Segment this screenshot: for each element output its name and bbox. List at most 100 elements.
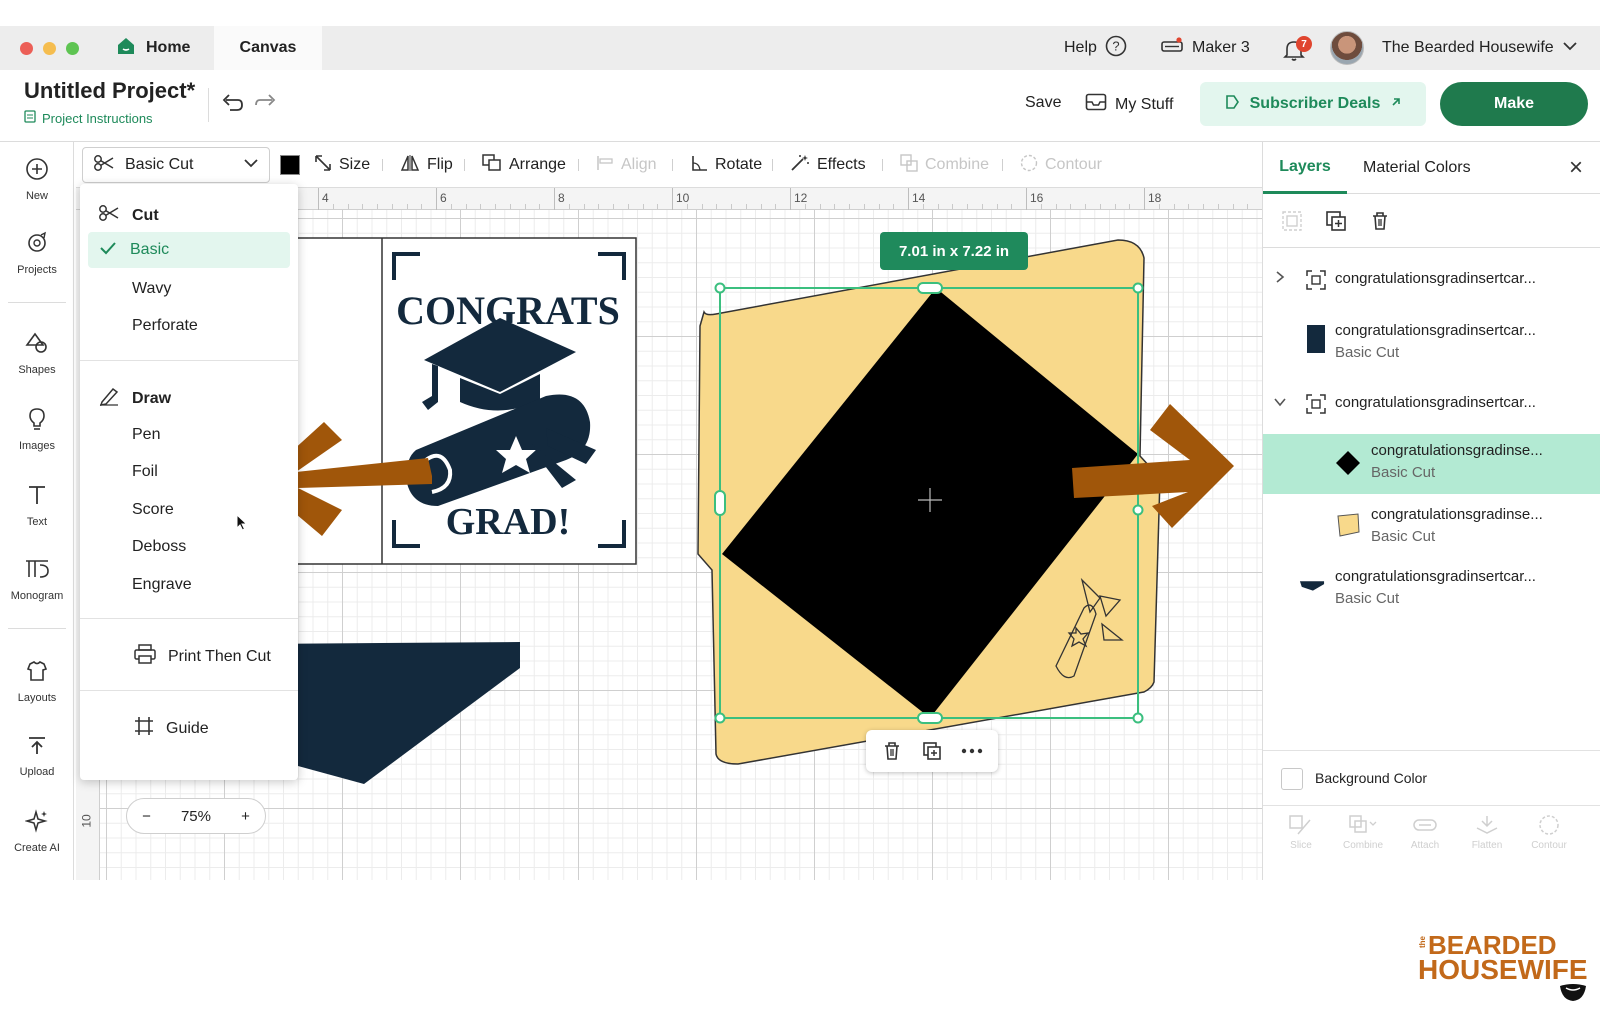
menu-item-deboss[interactable]: Deboss — [132, 538, 186, 556]
ruler-minor-tick — [1232, 204, 1234, 209]
layer-row[interactable]: congratulationsgradinsertcar... — [1263, 250, 1600, 310]
sidebar-item-create-ai[interactable]: Create AI — [0, 798, 74, 864]
ruler-minor-tick — [775, 204, 777, 209]
zoom-out-button[interactable]: − — [142, 808, 151, 825]
sidebar-item-layouts[interactable]: Layouts — [0, 648, 74, 714]
maximize-window-icon[interactable] — [66, 42, 79, 55]
sidebar-item-label: Shapes — [18, 363, 56, 376]
contour-button[interactable]: Contour — [1519, 814, 1579, 851]
ruler-minor-tick — [967, 204, 968, 209]
lightbulb-icon — [25, 407, 49, 434]
machine-selector[interactable]: Maker 3 — [1160, 26, 1250, 70]
ruler-minor-tick — [1217, 204, 1219, 209]
combine-tool[interactable]: Combine — [900, 142, 989, 188]
zoom-level: 75% — [180, 807, 211, 825]
tab-material-colors[interactable]: Material Colors — [1363, 142, 1471, 194]
project-title[interactable]: Untitled Project* — [24, 78, 195, 104]
combine-label: Combine — [925, 156, 990, 173]
menu-item-pen[interactable]: Pen — [132, 426, 160, 444]
effects-tool[interactable]: Effects — [790, 142, 866, 188]
menu-item-wavy[interactable]: Wavy — [132, 280, 171, 298]
menu-item-foil[interactable]: Foil — [132, 463, 158, 481]
delete-button[interactable] — [877, 736, 907, 766]
header-divider — [208, 88, 209, 122]
slice-button[interactable]: Slice — [1271, 814, 1331, 851]
ruler-minor-tick — [583, 204, 585, 209]
subscriber-deals-label: Subscriber Deals — [1249, 95, 1381, 112]
flip-tool[interactable]: Flip — [400, 142, 453, 188]
attach-button[interactable]: Attach — [1395, 814, 1455, 851]
ruler-label: 12 — [794, 191, 808, 205]
sidebar-item-upload[interactable]: Upload — [0, 722, 74, 788]
combine-button[interactable]: Combine — [1333, 814, 1393, 851]
checkmark-icon — [100, 241, 116, 260]
group-layers-icon[interactable] — [1279, 208, 1305, 234]
layer-row[interactable]: congratulationsgradinsertcar... Basic Cu… — [1263, 312, 1600, 372]
sidebar-item-text[interactable]: Text — [0, 472, 74, 538]
align-icon — [596, 154, 614, 177]
subscriber-deals-button[interactable]: Subscriber Deals — [1200, 82, 1426, 126]
layouts-icon — [25, 659, 49, 686]
flatten-button[interactable]: Flatten — [1457, 814, 1517, 851]
help-button[interactable]: Help ? — [1064, 26, 1127, 70]
my-stuff-button[interactable]: My Stuff — [1085, 93, 1173, 116]
sidebar-item-label: Images — [18, 439, 56, 452]
zoom-in-button[interactable]: + — [241, 808, 250, 825]
close-window-icon[interactable] — [20, 42, 33, 55]
minimize-window-icon[interactable] — [43, 42, 56, 55]
close-icon[interactable]: × — [1569, 154, 1583, 182]
background-color-checkbox[interactable] — [1281, 768, 1303, 790]
ruler-minor-tick — [495, 204, 496, 209]
chevron-right-icon[interactable] — [1275, 270, 1285, 287]
align-tool[interactable]: Align — [596, 142, 657, 188]
flip-icon — [400, 154, 420, 177]
size-tool[interactable]: Size — [314, 142, 370, 188]
menu-item-guide[interactable]: Guide — [134, 716, 209, 741]
sidebar-divider — [8, 628, 66, 629]
color-swatch[interactable] — [280, 155, 300, 175]
menu-item-print-then-cut[interactable]: Print Then Cut — [134, 644, 271, 669]
menu-item-engrave[interactable]: Engrave — [132, 576, 192, 594]
layer-row[interactable]: congratulationsgradinsertcar... — [1263, 374, 1600, 434]
ruler-minor-tick — [922, 204, 924, 209]
notifications-button[interactable]: 7 — [1282, 26, 1312, 70]
layer-row[interactable]: congratulationsgradinsertcar... Basic Cu… — [1263, 558, 1600, 618]
sidebar-item-images[interactable]: Images — [0, 396, 74, 462]
redo-icon[interactable] — [254, 92, 278, 119]
tab-home[interactable]: Home — [100, 26, 212, 70]
menu-heading-label: Draw — [132, 389, 172, 407]
toolbar-divider — [1002, 159, 1003, 171]
duplicate-button[interactable] — [917, 736, 947, 766]
layer-name: congratulationsgradinsertcar... — [1335, 322, 1536, 339]
rotate-tool[interactable]: Rotate — [690, 142, 762, 188]
more-options-button[interactable] — [957, 736, 987, 766]
duplicate-layer-icon[interactable] — [1323, 208, 1349, 234]
menu-item-perforate[interactable]: Perforate — [132, 317, 198, 335]
magic-wand-icon — [790, 154, 810, 177]
layer-row[interactable]: congratulationsgradinse... Basic Cut — [1263, 496, 1600, 556]
sidebar-item-shapes[interactable]: Shapes — [0, 320, 74, 386]
arrange-tool[interactable]: Arrange — [482, 142, 566, 188]
make-button[interactable]: Make — [1440, 82, 1588, 126]
tab-canvas[interactable]: Canvas — [214, 26, 322, 70]
contour-tool[interactable]: Contour — [1020, 142, 1102, 188]
account-menu[interactable]: The Bearded Housewife — [1330, 26, 1578, 70]
undo-icon[interactable] — [220, 92, 244, 119]
save-button[interactable]: Save — [1025, 94, 1061, 112]
upload-icon — [25, 733, 49, 760]
operation-dropdown[interactable]: Basic Cut — [82, 147, 270, 183]
delete-layer-icon[interactable] — [1367, 208, 1393, 234]
contour-label: Contour — [1045, 156, 1102, 173]
sidebar-item-monogram[interactable]: Monogram — [0, 546, 74, 612]
project-instructions-link[interactable]: Project Instructions — [24, 110, 153, 126]
sidebar-item-new[interactable]: New — [0, 146, 74, 212]
sidebar-item-projects[interactable]: Projects — [0, 220, 74, 286]
layer-thumbnail — [1303, 325, 1329, 353]
chevron-down-icon[interactable] — [1273, 394, 1287, 410]
menu-item-basic[interactable]: Basic — [88, 232, 290, 268]
tag-icon — [1224, 94, 1240, 115]
layer-row-selected[interactable]: congratulationsgradinse... Basic Cut — [1263, 434, 1600, 494]
tab-layers[interactable]: Layers — [1263, 142, 1347, 194]
ruler-minor-tick — [952, 204, 954, 209]
menu-item-score[interactable]: Score — [132, 501, 174, 519]
